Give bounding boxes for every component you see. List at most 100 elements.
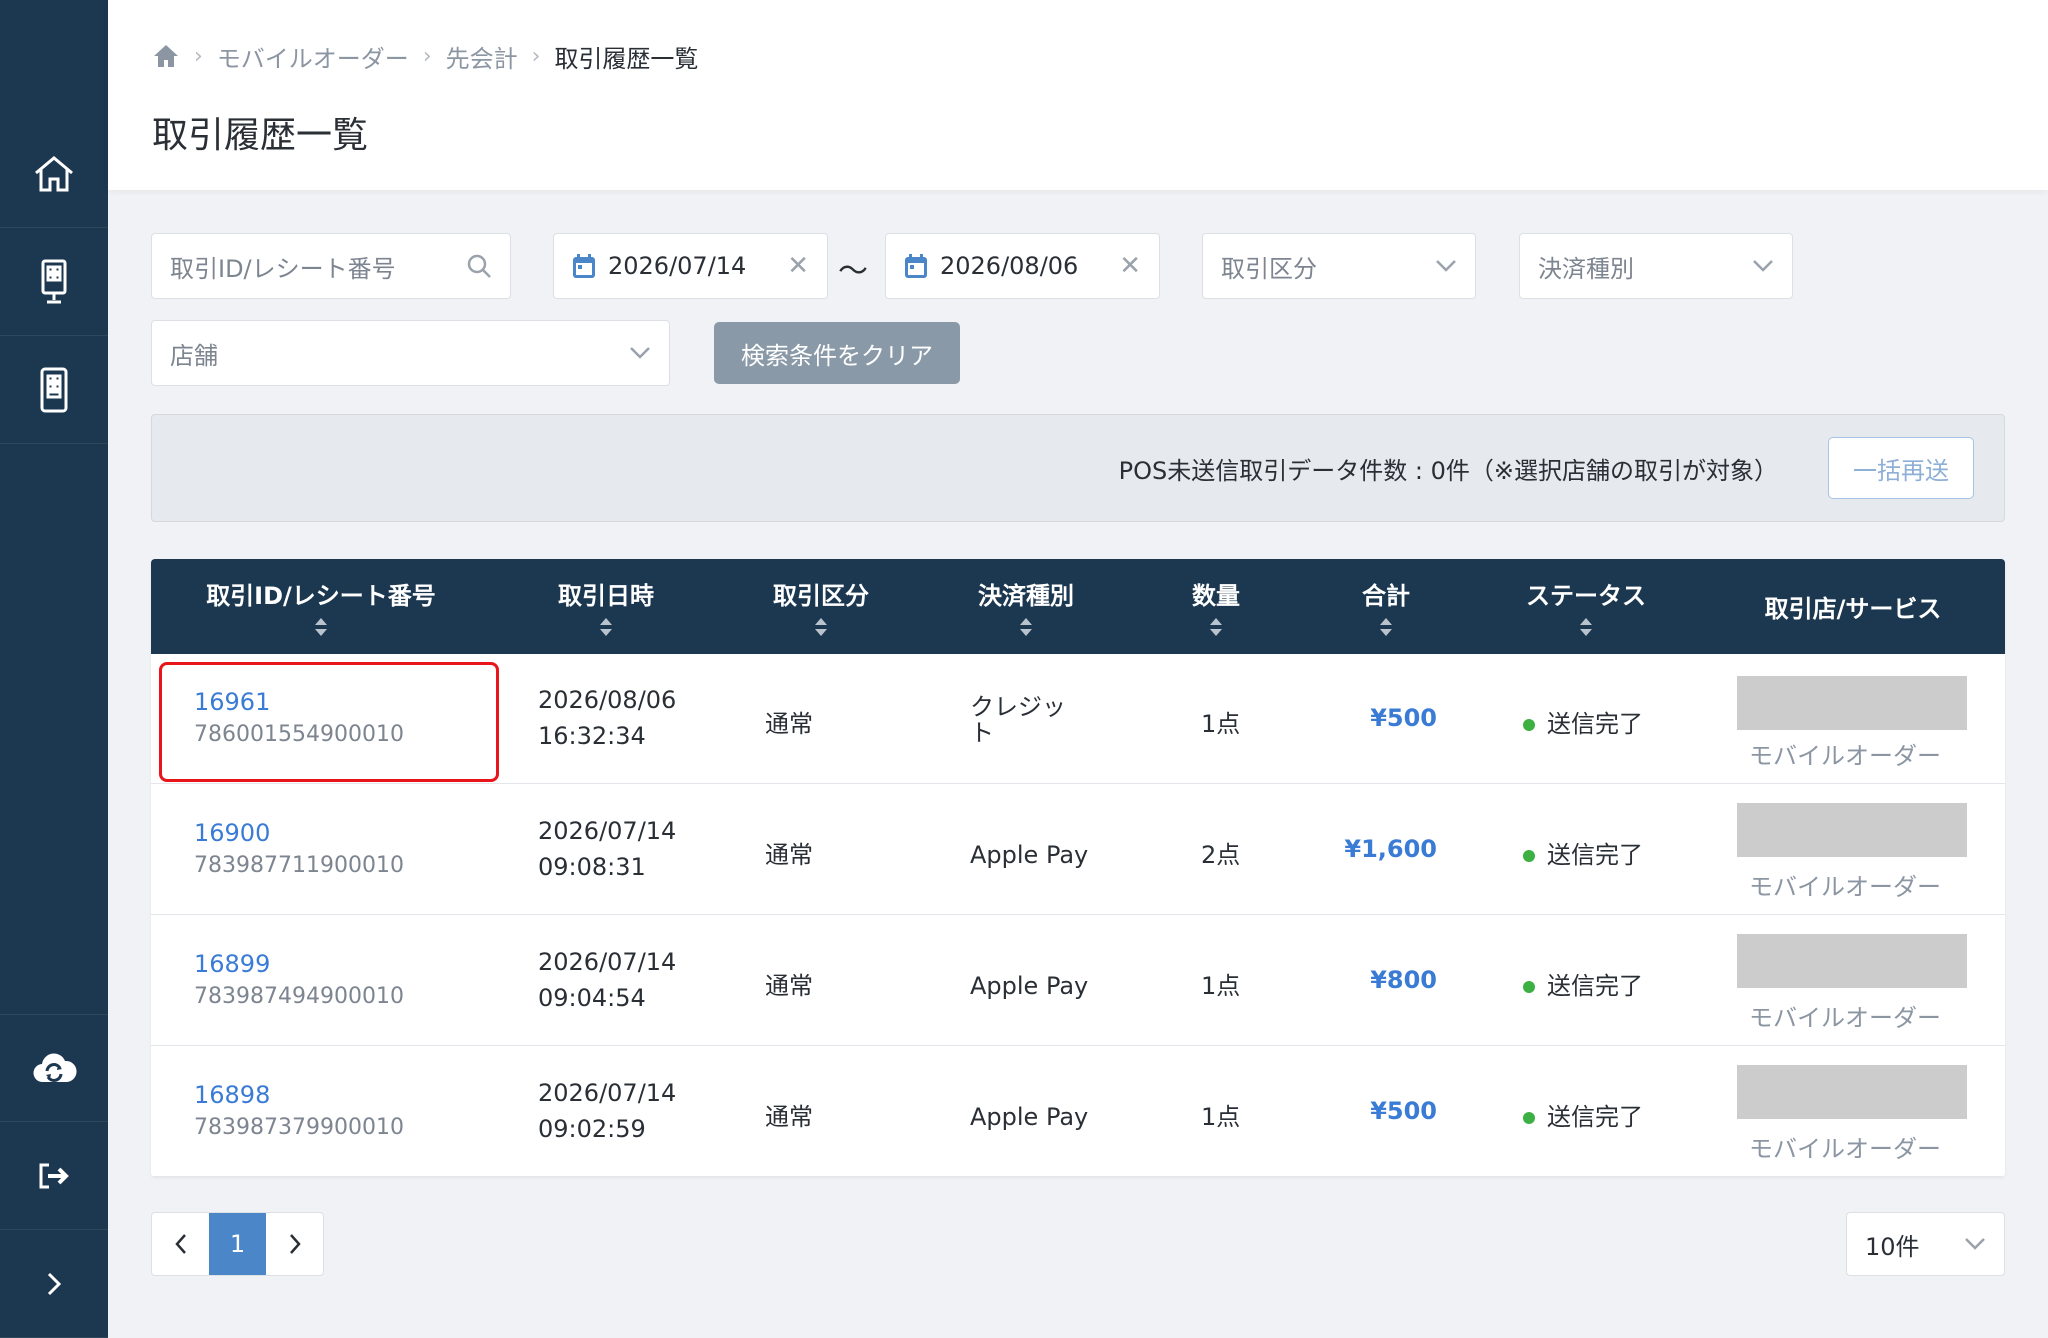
transaction-id-link[interactable]: 16898	[194, 1081, 270, 1109]
sidebar-item-home[interactable]	[0, 120, 108, 228]
chevron-down-icon	[1753, 260, 1773, 272]
status-dot-icon	[1523, 850, 1535, 862]
search-placeholder: 取引ID/レシート番号	[170, 254, 396, 283]
sidebar	[0, 0, 108, 1338]
sidebar-expand[interactable]	[0, 1230, 108, 1338]
status-badge: 送信完了	[1523, 835, 1643, 870]
sort-icon	[1380, 618, 1392, 636]
clear-date-to-icon[interactable]: ✕	[1119, 253, 1141, 279]
tablet-icon	[40, 367, 68, 412]
status-dot-icon	[1523, 981, 1535, 993]
sidebar-item-tablet[interactable]	[0, 336, 108, 444]
prev-page-button[interactable]	[152, 1213, 209, 1275]
date-from-field[interactable]: 2026/07/14 ✕	[553, 233, 828, 299]
page-title: 取引履歴一覧	[152, 115, 369, 156]
service-name: モバイルオーダー	[1749, 1004, 1941, 1032]
chevron-left-icon	[174, 1234, 186, 1254]
column-header-type[interactable]: 取引区分	[721, 559, 921, 654]
total-amount: ¥800	[1370, 966, 1437, 994]
receipt-number: 783987711900010	[194, 853, 404, 878]
clear-date-from-icon[interactable]: ✕	[787, 253, 809, 279]
sidebar-item-logout[interactable]	[0, 1122, 108, 1230]
search-input[interactable]: 取引ID/レシート番号	[151, 233, 511, 299]
payment-type-select[interactable]: 決済種別	[1519, 233, 1793, 299]
status-badge: 送信完了	[1523, 704, 1643, 739]
date-to-value: 2026/08/06	[940, 252, 1079, 280]
date-to-field[interactable]: 2026/08/06 ✕	[885, 233, 1160, 299]
page-header: › モバイルオーダー › 先会計 › 取引履歴一覧 取引履歴一覧	[108, 0, 2048, 190]
column-label: 合計	[1362, 582, 1410, 610]
transaction-time: 09:02:59	[538, 1115, 646, 1143]
quantity: 2点	[1201, 841, 1241, 869]
pagination: 1	[151, 1212, 324, 1276]
receipt-number: 786001554900010	[194, 722, 404, 747]
per-page-select[interactable]: 10件	[1846, 1212, 2005, 1276]
transaction-type: 通常	[765, 1103, 813, 1131]
pos-unsent-panel: POS未送信取引データ件数 : 0件（※選択店舗の取引が対象） 一括再送	[151, 414, 2005, 522]
status-dot-icon	[1523, 1112, 1535, 1124]
column-label: 取引日時	[558, 582, 654, 610]
column-header-qty[interactable]: 数量	[1131, 559, 1301, 654]
service-name: モバイルオーダー	[1749, 1135, 1941, 1163]
transaction-table: 取引ID/レシート番号 取引日時 取引区分 決済種別 数量 合計 ステータス 取…	[151, 559, 2005, 1177]
chevron-right-icon	[47, 1272, 62, 1295]
column-header-status[interactable]: ステータス	[1471, 559, 1701, 654]
column-label: 決済種別	[978, 582, 1074, 610]
chevron-right-icon	[289, 1234, 301, 1254]
status-dot-icon	[1523, 719, 1535, 731]
sidebar-item-sync[interactable]	[0, 1014, 108, 1122]
status-text: 送信完了	[1547, 972, 1643, 1000]
transaction-date: 2026/07/14	[538, 1079, 677, 1107]
payment-type: Apple Pay	[970, 972, 1089, 1000]
home-icon[interactable]	[152, 43, 180, 69]
table-header: 取引ID/レシート番号 取引日時 取引区分 決済種別 数量 合計 ステータス 取…	[151, 559, 2005, 654]
column-header-id[interactable]: 取引ID/レシート番号	[151, 559, 491, 654]
table-row[interactable]: 16961 786001554900010 2026/08/06 16:32:3…	[151, 654, 2005, 784]
breadcrumb-item-prepay[interactable]: 先会計	[446, 39, 518, 74]
store-placeholder: 店舗	[170, 341, 218, 370]
receipt-number: 783987494900010	[194, 984, 404, 1009]
breadcrumb-current: 取引履歴一覧	[554, 44, 699, 73]
breadcrumb-item-mobile-order[interactable]: モバイルオーダー	[217, 39, 409, 74]
transaction-type: 通常	[765, 710, 813, 738]
receipt-number: 783987379900010	[194, 1115, 404, 1140]
sidebar-item-kiosk[interactable]	[0, 228, 108, 336]
quantity: 1点	[1201, 710, 1241, 738]
payment-type: クレジット	[970, 693, 1066, 747]
transaction-id-link[interactable]: 16961	[194, 688, 270, 716]
transaction-time: 16:32:34	[538, 722, 646, 750]
transaction-time: 09:08:31	[538, 853, 646, 881]
sort-icon	[600, 618, 612, 636]
column-header-total[interactable]: 合計	[1301, 559, 1471, 654]
total-amount: ¥500	[1370, 704, 1437, 732]
bulk-resend-button[interactable]: 一括再送	[1828, 437, 1974, 499]
column-header-payment[interactable]: 決済種別	[921, 559, 1131, 654]
search-icon	[467, 254, 491, 278]
chevron-down-icon	[1965, 1238, 1985, 1250]
service-name: モバイルオーダー	[1749, 873, 1941, 901]
status-badge: 送信完了	[1523, 966, 1643, 1001]
table-row[interactable]: 16899 783987494900010 2026/07/14 09:04:5…	[151, 916, 2005, 1046]
payment-type-placeholder: 決済種別	[1538, 254, 1634, 283]
chevron-down-icon	[630, 347, 650, 359]
page-button-current[interactable]: 1	[209, 1213, 266, 1275]
column-header-date[interactable]: 取引日時	[491, 559, 721, 654]
calendar-icon	[905, 254, 927, 278]
table-row[interactable]: 16898 783987379900010 2026/07/14 09:02:5…	[151, 1047, 2005, 1177]
transaction-date: 2026/07/14	[538, 817, 677, 845]
home-icon	[35, 155, 73, 191]
transaction-type: 通常	[765, 841, 813, 869]
store-select[interactable]: 店舗	[151, 320, 670, 386]
status-badge: 送信完了	[1523, 1097, 1643, 1132]
column-header-service: 取引店/サービス	[1701, 559, 2005, 654]
status-text: 送信完了	[1547, 1103, 1643, 1131]
transaction-date: 2026/08/06	[538, 686, 677, 714]
next-page-button[interactable]	[266, 1213, 323, 1275]
transaction-id-link[interactable]: 16900	[194, 819, 270, 847]
column-label: 取引ID/レシート番号	[206, 582, 436, 610]
transaction-type-placeholder: 取引区分	[1221, 254, 1317, 283]
clear-filters-button[interactable]: 検索条件をクリア	[714, 322, 960, 384]
transaction-type-select[interactable]: 取引区分	[1202, 233, 1476, 299]
table-row[interactable]: 16900 783987711900010 2026/07/14 09:08:3…	[151, 785, 2005, 915]
transaction-id-link[interactable]: 16899	[194, 950, 270, 978]
